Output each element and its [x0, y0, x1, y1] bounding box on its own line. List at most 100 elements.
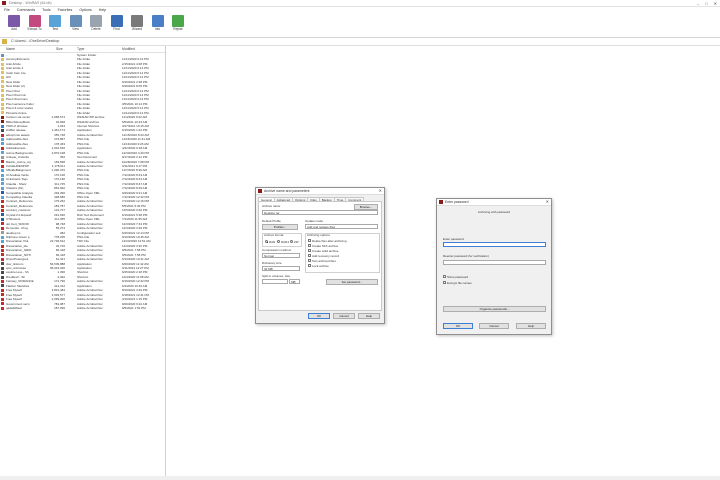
encrypt-names-checkbox[interactable]: [443, 281, 446, 284]
lock-archive-checkbox[interactable]: [308, 264, 311, 267]
recovery-record-label: Add recovery record: [312, 253, 340, 258]
status-bar: [0, 476, 720, 480]
file-type-icon: [1, 146, 4, 150]
cancel-button[interactable]: Cancel: [479, 323, 509, 329]
set-password-button[interactable]: Set password...: [326, 279, 378, 285]
archive-parameters-dialog: Archive name and parameters ✕ General Ad…: [255, 187, 385, 324]
column-name[interactable]: Name: [6, 46, 15, 52]
format-rar4-radio[interactable]: [277, 240, 280, 243]
window-controls: – □ ✕: [697, 0, 717, 6]
column-type[interactable]: Type: [77, 46, 84, 52]
compression-method-label: Compression method: [262, 248, 291, 252]
close-icon[interactable]: ✕: [546, 199, 549, 205]
create-sfx-label: Create SFX archive: [312, 243, 339, 248]
ok-button[interactable]: OK: [443, 323, 473, 329]
test-files-checkbox[interactable]: [308, 259, 311, 262]
compression-method-select[interactable]: Normal: [262, 253, 300, 258]
enter-password-input[interactable]: [443, 242, 546, 247]
organize-passwords-button[interactable]: Organize passwords...: [443, 306, 546, 312]
file-type-icon: [1, 151, 4, 155]
file-type-icon: [1, 75, 4, 79]
ok-button[interactable]: OK: [308, 313, 330, 319]
file-type-icon: [1, 257, 4, 261]
update-mode-label: Update mode: [305, 219, 324, 223]
split-unit-select[interactable]: MB: [289, 279, 300, 284]
delete-button[interactable]: Delete: [86, 15, 106, 35]
archive-dialog-title: Archive name and parameters: [264, 189, 310, 193]
file-type-icon: [1, 115, 4, 119]
file-type-icon: [1, 280, 4, 283]
create-solid-checkbox[interactable]: [308, 249, 311, 252]
toolbar-button-label: Find: [113, 27, 120, 31]
find-button[interactable]: Find: [107, 15, 127, 35]
file-type-icon: [1, 53, 4, 57]
wizard-button[interactable]: Wizard: [127, 15, 147, 35]
repair-button[interactable]: Repair: [168, 15, 188, 35]
recovery-record-checkbox[interactable]: [308, 254, 311, 257]
format-zip-label: ZIP: [294, 239, 299, 244]
file-type-icon: [1, 217, 4, 221]
general-tab-pane: Archive name Browse... Desktop.rar Defau…: [258, 201, 382, 311]
close-icon[interactable]: ✕: [714, 1, 717, 6]
file-type-icon: [1, 262, 4, 266]
file-type-icon: [1, 169, 4, 173]
column-size[interactable]: Size: [56, 46, 63, 52]
table-row[interactable]: gadellidlisaf 187,096 Adobe Acrobat Doc 9/5…: [0, 306, 165, 310]
file-type-icon: [1, 133, 4, 137]
create-sfx-checkbox[interactable]: [308, 244, 311, 247]
encrypt-names-label: Encrypt file names: [447, 280, 472, 285]
cell-size: 187,096: [54, 305, 65, 310]
test-button[interactable]: Test: [45, 15, 65, 35]
password-dialog-titlebar: Enter password ✕: [437, 199, 551, 206]
show-password-label: Show password: [447, 274, 469, 279]
split-volumes-input[interactable]: [262, 279, 288, 284]
format-rar4-label: RAR4: [281, 239, 290, 244]
file-type-icon: [1, 209, 4, 212]
show-password-checkbox[interactable]: [443, 275, 446, 278]
enter-password-label: Enter password: [443, 237, 464, 241]
info-button[interactable]: Info: [148, 15, 168, 35]
archive-name-input[interactable]: Desktop.rar: [262, 210, 378, 215]
address-path[interactable]: C:\Users\...\OneDrive\Desktop: [11, 38, 59, 45]
reenter-password-label: Reenter password (for verification): [443, 254, 489, 258]
file-type-icon: [1, 160, 4, 164]
enter-password-dialog: Enter password ✕ Archiving with password…: [436, 198, 552, 335]
create-solid-label: Create solid archive: [312, 248, 339, 253]
up-folder-icon[interactable]: [2, 39, 7, 44]
format-rar-radio[interactable]: [265, 240, 268, 243]
title-bar: Desktop - WinRAR (64-bit) – □ ✕: [0, 0, 720, 7]
test-files-label: Test archived files: [312, 258, 336, 263]
help-button[interactable]: Help: [358, 313, 380, 319]
column-modified[interactable]: Modified: [122, 46, 135, 52]
toolbar-button-label: Repair: [173, 27, 183, 31]
column-header: Name Size Type Modified: [0, 46, 165, 53]
help-button[interactable]: Help: [516, 323, 546, 329]
add-icon: [8, 15, 20, 27]
file-type-icon: [1, 71, 4, 75]
profiles-button[interactable]: Profiles...: [262, 224, 298, 230]
format-zip-radio[interactable]: [290, 240, 293, 243]
delete-after-checkbox[interactable]: [308, 239, 311, 242]
update-mode-select[interactable]: Add and replace files: [305, 224, 378, 229]
file-type-icon: [1, 106, 4, 110]
file-type-icon: [1, 240, 4, 244]
file-type-icon: [1, 231, 4, 235]
dictionary-size-select[interactable]: 32 MB: [262, 266, 300, 271]
file-type-icon: [1, 195, 4, 199]
file-type-icon: [1, 89, 4, 93]
view-button[interactable]: View: [66, 15, 86, 35]
close-icon[interactable]: ✕: [379, 188, 382, 194]
file-type-icon: [1, 142, 4, 146]
archive-format-group: Archive format RAR RAR4 ZIP: [262, 233, 302, 247]
cancel-button[interactable]: Cancel: [333, 313, 355, 319]
maximize-icon[interactable]: □: [705, 1, 707, 6]
file-type-icon: [1, 120, 4, 124]
password-dialog-subtitle: Archiving with password: [477, 210, 511, 214]
add-button[interactable]: Add: [4, 15, 24, 35]
minimize-icon[interactable]: –: [697, 1, 699, 6]
password-dialog-title: Enter password: [445, 200, 469, 204]
wizard-icon: [131, 15, 143, 27]
reenter-password-input[interactable]: [443, 260, 546, 265]
file-type-icon: [1, 138, 4, 141]
extract-to-button[interactable]: Extract To: [25, 15, 45, 35]
